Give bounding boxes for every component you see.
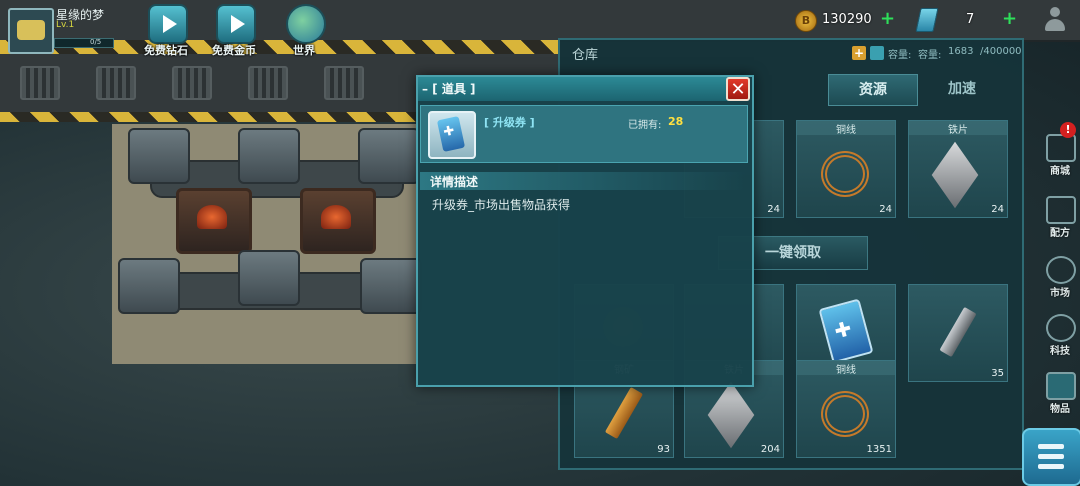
close-button[interactable]: ✕ [726,77,750,101]
tech-tree-icon [1046,314,1076,342]
gem-count: 7 [966,12,975,27]
coin-icon: B [795,10,817,32]
slot-count: 24 [991,204,1004,215]
user-icon[interactable] [1042,6,1068,32]
furnace[interactable] [300,188,376,254]
sidebar-item-items[interactable]: 物品 [1040,366,1080,422]
copper-wire-icon [821,391,869,437]
free-coins-button[interactable]: 免费金币 [204,2,264,58]
player-avatar[interactable] [8,8,54,54]
owned-label: 已拥有: [628,120,662,131]
sidebar-label: 物品 [1050,404,1070,415]
furnace[interactable] [176,188,252,254]
inventory-slot-copper-wire[interactable]: 铜线 1351 [796,360,896,458]
inventory-slot-copper-wire[interactable]: 铜线 24 [796,120,896,218]
capacity-used: 1683 [948,46,974,57]
vent [96,66,136,100]
inventory-slot-iron-plate[interactable]: 铁片 24 [908,120,1008,218]
sidebar-label: 商城 [1050,166,1070,177]
add-coins-button[interactable]: + [880,10,895,28]
xp-text: 0/5 [90,38,102,46]
menu-icon [1038,464,1064,469]
alert-badge: ! [1060,122,1076,138]
sidebar-label: 科技 [1050,346,1070,357]
item-name: [ 升级券 ] [484,116,535,129]
tab-resources[interactable]: 资源 [828,74,918,106]
world-button[interactable]: 世界 [274,2,334,58]
world-label: 世界 [293,44,315,57]
factory-machine[interactable] [118,258,180,314]
shop-cart-icon [1046,134,1076,162]
player-level: Lv.1 [56,20,75,30]
warehouse-title: 仓库 [572,48,599,63]
slot-count: 1351 [866,444,892,455]
dialog-title: – [ 道具 ] [422,82,476,96]
tab-speedup[interactable]: 加速 [922,74,1002,104]
upgrade-ticket-icon [818,298,874,364]
sidebar-item-shop[interactable]: 商城 [1040,128,1080,184]
capacity-label-secondary: 容量: [918,50,942,61]
vent [172,66,212,100]
factory-machine[interactable] [360,258,422,314]
sidebar-item-tech[interactable]: 科技 [1040,308,1080,364]
free-diamonds-button[interactable]: 免费钻石 [136,2,196,58]
capacity-label: 容量: [888,50,912,61]
free-coins-label: 免费金币 [212,44,256,57]
factory-machine[interactable] [128,128,190,184]
main-menu-button[interactable] [1022,428,1080,486]
owned-count: 28 [668,115,684,128]
video-play-icon [148,4,188,44]
capacity-total: /400000 [980,46,1022,57]
slot-name: 铁片 [909,121,1007,136]
slot-count: 24 [879,204,892,215]
free-diamonds-label: 免费钻石 [144,44,188,57]
slot-count: 204 [760,444,780,455]
factory-machine[interactable] [238,250,300,306]
description-text: 升级券_市场出售物品获得 [432,198,571,212]
xp-bar [54,38,114,48]
factory-machine[interactable] [238,128,300,184]
slot-count: 93 [657,444,670,455]
sidebar-item-market[interactable]: 市场 [1040,250,1080,306]
sidebar-label: 市场 [1050,288,1070,299]
vent [248,66,288,100]
menu-icon [1038,454,1064,459]
recipe-icon [1046,196,1076,224]
slot-name: 铜线 [797,361,895,376]
expand-capacity-button[interactable]: + [852,46,866,60]
vent [324,66,364,100]
iron-plate-icon [931,141,979,209]
upgrade-ticket-icon [428,111,476,159]
capacity-icon [870,46,884,60]
steel-bar-icon [939,306,977,358]
slot-name: 铜线 [797,121,895,136]
menu-icon [1038,444,1064,449]
globe-icon [286,4,326,44]
market-icon [1046,256,1076,284]
items-icon [1046,372,1076,400]
factory-machine[interactable] [358,128,420,184]
slot-count: 24 [767,204,780,215]
description-title: 详情描述 [430,175,479,189]
video-play-icon [216,4,256,44]
vent [20,66,60,100]
iron-plate-icon [707,381,755,449]
coin-count: 130290 [822,12,872,27]
add-gems-button[interactable]: + [1002,10,1017,28]
sidebar-item-recipes[interactable]: 配方 [1040,190,1080,246]
inventory-slot-steel-bar[interactable]: 35 [908,284,1008,382]
slot-count: 35 [991,368,1004,379]
sidebar-label: 配方 [1050,228,1070,239]
ore-bar-icon [604,386,644,440]
copper-wire-icon [821,151,869,197]
